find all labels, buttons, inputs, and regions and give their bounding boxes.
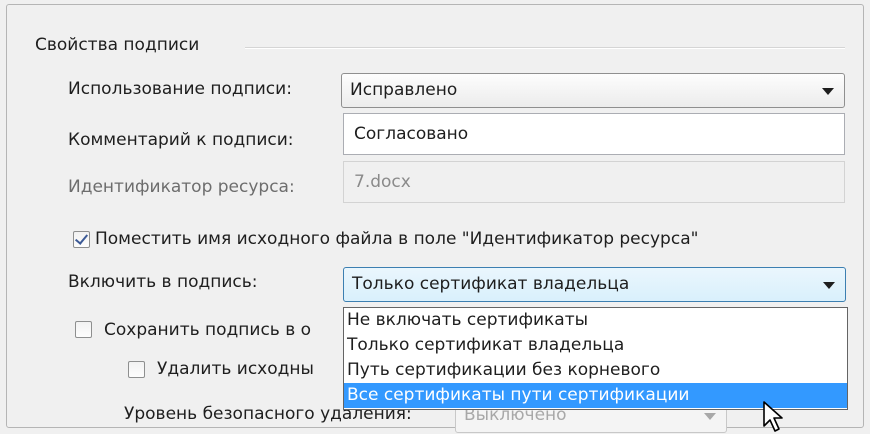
mouse-pointer-icon (763, 401, 783, 432)
comment-label: Комментарий к подписи: (68, 130, 294, 150)
usage-value: Исправлено (350, 80, 458, 100)
delete-source-label[interactable]: Удалить исходны (157, 359, 314, 379)
group-title: Свойства подписи (35, 35, 200, 55)
delete-source-checkbox[interactable] (128, 361, 145, 378)
include-select[interactable]: Только сертификат владельца (343, 267, 846, 302)
put-filename-label[interactable]: Поместить имя исходного файла в поле "Ид… (95, 229, 698, 249)
chevron-down-icon[interactable] (822, 88, 834, 95)
include-label: Включить в подпись: (68, 272, 258, 292)
dropdown-option[interactable]: Путь сертификации без корневого (344, 358, 847, 383)
dropdown-option[interactable]: Не включать сертификаты (344, 308, 847, 333)
checkmark-icon (74, 231, 89, 245)
chevron-down-icon[interactable] (823, 282, 835, 289)
dropdown-option[interactable]: Только сертификат владельца (344, 333, 847, 358)
include-dropdown-list[interactable]: Не включать сертификаты Только сертифика… (343, 307, 848, 410)
usage-label: Использование подписи: (68, 79, 292, 99)
comment-field[interactable]: Согласовано (343, 113, 845, 155)
resource-label: Идентификатор ресурса: (68, 177, 295, 197)
save-signature-checkbox[interactable] (75, 321, 92, 338)
usage-select[interactable]: Исправлено (341, 73, 845, 108)
group-divider (245, 47, 845, 49)
include-value: Только сертификат владельца (352, 274, 630, 294)
put-filename-checkbox[interactable] (73, 231, 90, 248)
resource-id-field[interactable]: 7.docx (343, 161, 845, 203)
save-signature-label[interactable]: Сохранить подпись в о (104, 320, 311, 340)
chevron-down-icon (704, 413, 716, 420)
